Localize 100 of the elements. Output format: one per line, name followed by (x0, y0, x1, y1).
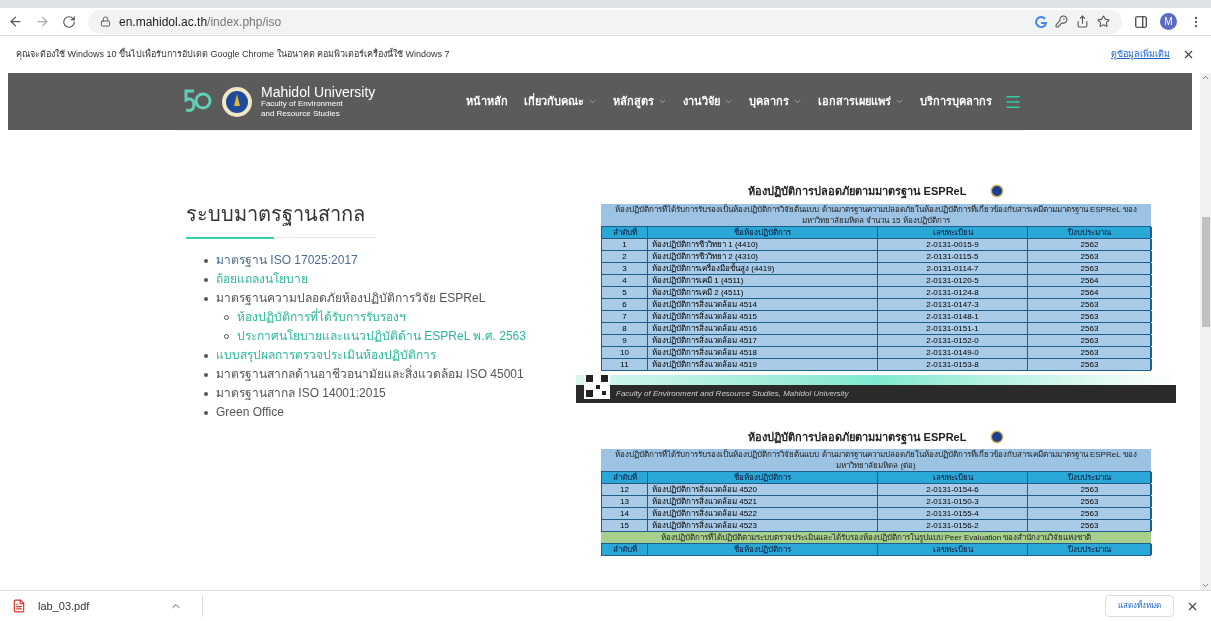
table-cell: 2563 (1028, 310, 1152, 322)
column-header: เลขทะเบียน (878, 472, 1028, 483)
share-icon[interactable] (1076, 15, 1089, 28)
table-cell: 10 (602, 346, 648, 358)
table-cell: 2564 (1028, 286, 1152, 298)
brand-title: Mahidol University (261, 84, 376, 99)
infobar-message: คุณจะต้องใช้ Windows 10 ขึ้นไปเพื่อรับการอัปเดต Google Chrome ในอนาคต คอมพิวเตอร์เครื่องนี้ใช้ Windows 7 (16, 47, 451, 62)
table-cell: 2563 (1028, 496, 1152, 507)
poster-title: ห้องปฏิบัติการปลอดภัยตามมาตรฐาน ESPReL (747, 429, 967, 445)
table-cell: 2564 (1028, 274, 1152, 286)
back-icon[interactable] (8, 14, 23, 29)
download-file-name[interactable]: lab_03.pdf (38, 597, 158, 615)
star-icon[interactable] (1097, 15, 1110, 28)
table-cell: 2-0131-0155-4 (878, 508, 1028, 519)
table-cell: 2-0131-0149-0 (878, 346, 1028, 358)
table-cell: 2-0131-0151-1 (878, 322, 1028, 334)
table-cell: 2-0131-0150-3 (878, 496, 1028, 507)
column-header: ลำดับที่ (602, 544, 648, 555)
section-caption: ห้องปฏิบัติการที่ได้ปฏิบัติตามระบบตรวจประเมินและได้รับรองห้องปฏิบัติการในรูปแบบ Peer Evaluation ของสำนักงานวิจัยแห่งชาติ (601, 532, 1151, 543)
key-icon[interactable] (1055, 15, 1068, 28)
list-text: มาตรฐานสากล ISO 14001:2015 (216, 385, 386, 402)
column-header: เลขทะเบียน (878, 226, 1028, 238)
table-cell: 8 (602, 322, 648, 334)
close-icon[interactable] (1182, 48, 1195, 61)
table-cell: 7 (602, 310, 648, 322)
reload-icon[interactable] (62, 14, 76, 29)
column-header: ลำดับที่ (602, 226, 648, 238)
table-cell: ห้องปฏิบัติการสิ่งแวดล้อม 4522 (648, 508, 878, 519)
column-header: ปีงบประมาณ (1028, 472, 1152, 483)
show-all-button[interactable]: แสดงทั้งหมด (1105, 595, 1174, 617)
url-host: en.mahidol.ac.th (119, 13, 208, 31)
table-cell: 3 (602, 262, 648, 274)
nav-link[interactable]: บริการบุคลากร (920, 93, 992, 110)
table-cell: ห้องปฏิบัติการสิ่งแวดล้อม 4516 (648, 322, 878, 334)
table-cell: ห้องปฏิบัติการสิ่งแวดล้อม 4519 (648, 358, 878, 370)
poster-footer-text: Faculty of Environment and Resource Studies, Mahidol University (616, 387, 849, 400)
list-text: มาตรฐานความปลอดภัยห้องปฏิบัติการวิจัย ESPReL (216, 290, 486, 307)
bullet-icon (204, 410, 208, 415)
bullet-icon (204, 296, 208, 301)
nav-link[interactable]: หลักสูตร (613, 93, 667, 110)
table-cell: 2 (602, 250, 648, 262)
table-cell: 2563 (1028, 520, 1152, 531)
table-caption: ห้องปฏิบัติการที่ได้รับการรับรองเป็นห้องปฏิบัติการวิจัยต้นแบบ ด้านมาตรฐานความปลอดภัยในห้องปฏิบัติการที่เกี่ยวข้องกับสารเคมีตามมาตรฐาน ESPReL ของมหาวิทยาลัยมหิดล (ต่อ) (601, 449, 1151, 471)
table-cell: 2-0131-0148-1 (878, 310, 1028, 322)
infobar-link[interactable]: ดูข้อมูลเพิ่มเติม (1111, 47, 1170, 62)
scroll-down-icon[interactable] (1201, 581, 1210, 590)
table-cell: 2-0131-0156-2 (878, 520, 1028, 531)
bullet-icon (204, 391, 208, 396)
bullet-icon (204, 353, 208, 358)
table-cell: 5 (602, 286, 648, 298)
table-cell: ห้องปฏิบัติการสิ่งแวดล้อม 4518 (648, 346, 878, 358)
table-cell: 4 (602, 274, 648, 286)
table-cell: 11 (602, 358, 648, 370)
address-bar[interactable]: en.mahidol.ac.th/index.php/iso (88, 9, 1122, 34)
table-cell: 2563 (1028, 358, 1152, 370)
table-cell: 2-0131-0147-3 (878, 298, 1028, 310)
bullet-icon (204, 372, 208, 377)
bullet-icon (204, 277, 208, 282)
table-cell: 2-0131-0152-0 (878, 334, 1028, 346)
column-header: ปีงบประมาณ (1028, 226, 1152, 238)
scroll-up-icon[interactable] (1201, 73, 1210, 82)
table-cell: ห้องปฏิบัติการสิ่งแวดล้อม 4520 (648, 484, 878, 495)
table-cell: ห้องปฏิบัติการสิ่งแวดล้อม 4523 (648, 520, 878, 531)
table-cell: ห้องปฏิบัติการสิ่งแวดล้อม 4521 (648, 496, 878, 507)
table-cell: 2563 (1028, 484, 1152, 495)
table-cell: 2563 (1028, 346, 1152, 358)
bullet-icon (204, 258, 208, 263)
brand-subtitle: and Resource Studies (261, 108, 341, 119)
table-cell: 13 (602, 496, 648, 507)
table-cell: ห้องปฏิบัติการชีววิทยา 1 (4410) (648, 238, 878, 250)
table-cell: 15 (602, 520, 648, 531)
nav-link[interactable]: บุคลากร (749, 93, 802, 110)
list-text: มาตรฐานสากลด้านอาชีวอนามัยและสิ่งแวดล้อม ISO 45001 (216, 365, 524, 383)
table-cell: ห้องปฏิบัติการสิ่งแวดล้อม 4515 (648, 310, 878, 322)
nav-link[interactable]: งานวิจัย (683, 93, 733, 110)
list-text: Green Office (216, 404, 284, 421)
table-cell: 14 (602, 508, 648, 519)
side-panel-icon[interactable] (1134, 14, 1148, 29)
url-path: /index.php/iso (207, 13, 282, 31)
profile-avatar[interactable]: M (1160, 13, 1177, 30)
column-header: ชื่อห้องปฏิบัติการ (648, 544, 878, 555)
list-link[interactable]: มาตรฐาน ISO 17025:2017 (216, 251, 358, 270)
page-heading: ระบบมาตรฐานสากล (186, 202, 366, 228)
nav-link[interactable]: เกี่ยวกับคณะ (524, 93, 597, 110)
lock-icon (100, 16, 111, 27)
column-header: ปีงบประมาณ (1028, 544, 1152, 555)
table-cell: 2-0131-0124-8 (878, 286, 1028, 298)
table-cell: 2-0131-0153-8 (878, 358, 1028, 370)
pdf-icon (12, 599, 26, 613)
table-cell: 2-0131-0115-5 (878, 250, 1028, 262)
table-cell: 2563 (1028, 334, 1152, 346)
table-cell: 2563 (1028, 250, 1152, 262)
table-cell: 2562 (1028, 238, 1152, 250)
scrollbar-thumb[interactable] (1201, 217, 1210, 327)
university-seal-icon (221, 85, 253, 118)
nav-link[interactable]: หน้าหลัก (466, 93, 508, 110)
nav-link[interactable]: เอกสารเผยแพร่ (818, 93, 904, 110)
university-logo-icon (990, 184, 1005, 199)
google-icon[interactable] (1035, 15, 1047, 28)
table-cell: 12 (602, 484, 648, 495)
